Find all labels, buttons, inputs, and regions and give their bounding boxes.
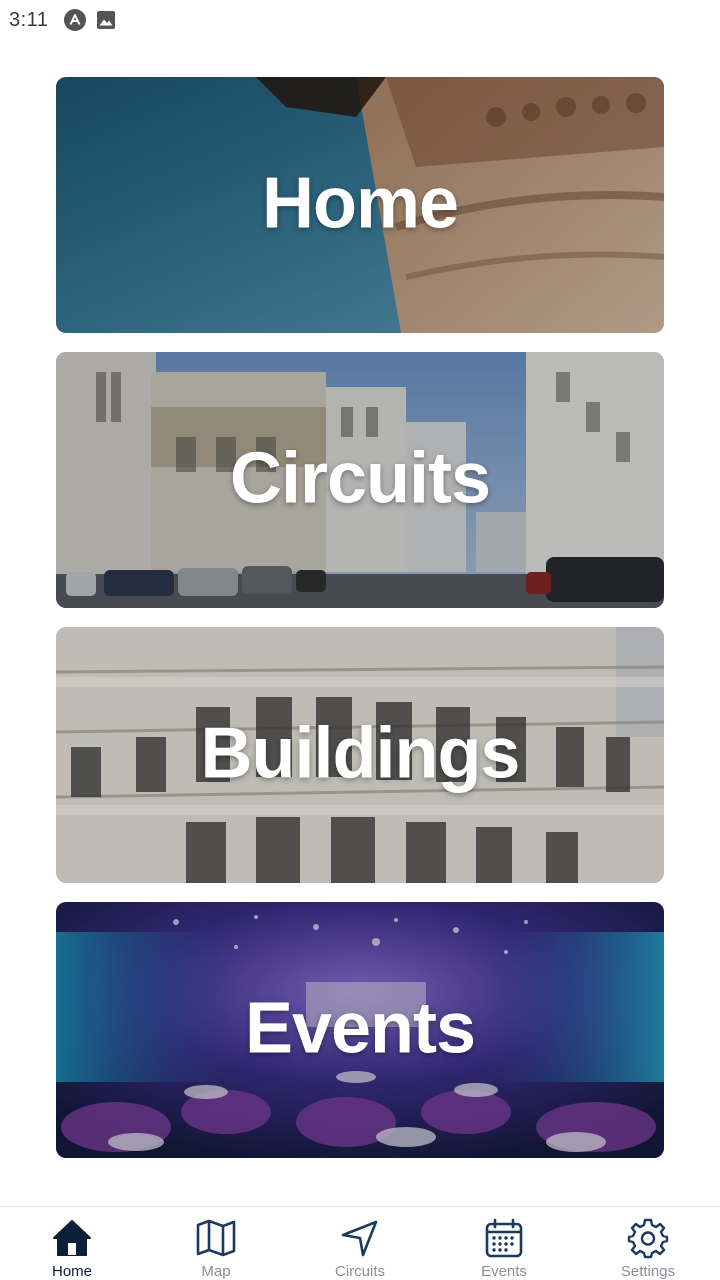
nav-label-home: Home	[51, 1263, 92, 1280]
nav-item-settings[interactable]: Settings	[576, 1207, 720, 1280]
home-card-title: Home	[261, 163, 459, 244]
app-notification-icon	[64, 9, 87, 31]
nav-item-circuits[interactable]: Circuits	[288, 1207, 432, 1280]
nav-label-map: Map	[201, 1263, 231, 1280]
nav-label-events: Events	[481, 1263, 527, 1280]
gear-icon	[627, 1218, 669, 1259]
map-icon	[196, 1219, 236, 1257]
navigation-arrow-icon	[341, 1220, 378, 1257]
calendar-icon	[485, 1218, 523, 1258]
circuits-card-title: Circuits	[229, 438, 491, 519]
nav-item-home[interactable]: Home	[0, 1207, 144, 1280]
category-card-list: Home Circuits Buildings Events	[56, 77, 664, 1177]
home-card[interactable]: Home	[56, 77, 664, 333]
events-card-title: Events	[244, 988, 476, 1069]
nav-label-circuits: Circuits	[334, 1263, 385, 1280]
bottom-navigation: Home Map Circuits Events Settings	[0, 1206, 720, 1280]
home-icon	[53, 1220, 91, 1256]
status-bar: 3:11	[0, 0, 720, 40]
buildings-card[interactable]: Buildings	[56, 627, 664, 883]
circuits-card[interactable]: Circuits	[56, 352, 664, 608]
status-time: 3:11	[9, 8, 49, 31]
nav-label-settings: Settings	[620, 1263, 676, 1280]
nav-item-map[interactable]: Map	[144, 1207, 288, 1280]
nav-item-events[interactable]: Events	[432, 1207, 576, 1280]
buildings-card-title: Buildings	[200, 713, 521, 794]
events-card[interactable]: Events	[56, 902, 664, 1158]
image-notification-icon	[96, 10, 116, 30]
